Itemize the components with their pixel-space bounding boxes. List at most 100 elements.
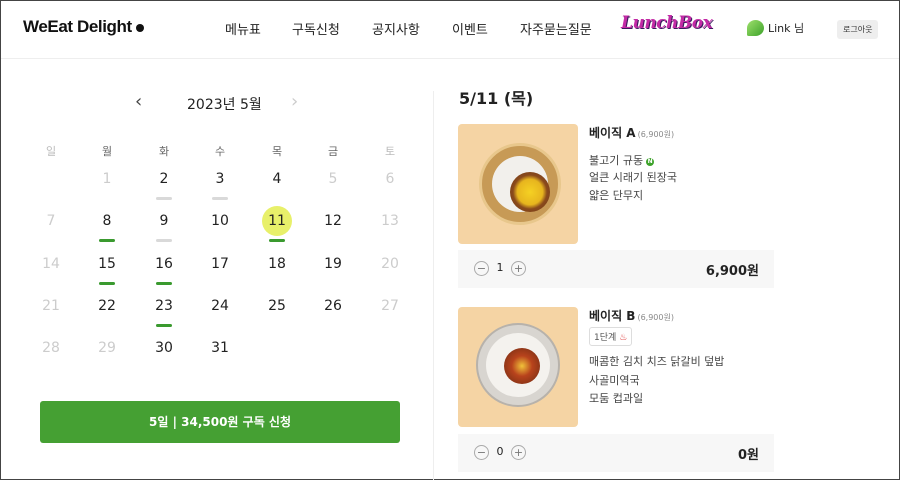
calendar-day[interactable]: 31 <box>205 333 235 363</box>
leaf-icon <box>747 20 764 36</box>
chevron-right-icon[interactable]: › <box>291 93 298 111</box>
minus-icon[interactable]: − <box>474 445 489 460</box>
divider <box>433 91 434 480</box>
spice-level-label: 1단계 <box>594 333 617 343</box>
calendar-day[interactable]: 9 <box>149 206 179 242</box>
rice <box>492 156 550 212</box>
lunchbox-link[interactable]: LunchBox <box>621 13 713 33</box>
calendar-day: 7 <box>46 213 56 229</box>
calendar-day[interactable]: 24 <box>205 291 235 321</box>
menu-price: (6,900원) <box>637 130 675 139</box>
menu-price: (6,900원) <box>637 313 674 322</box>
dish-item: 매콤한 김치 치즈 닭갈비 덮밥 <box>589 355 725 368</box>
menu-name: 베이직 A (6,900원) <box>589 124 674 141</box>
bowl-image <box>479 143 561 225</box>
subscribed-indicator <box>269 239 285 242</box>
weekday-label: 월 <box>101 145 113 158</box>
calendar-title: 2023년 5월 <box>187 97 262 113</box>
nav-event[interactable]: 이벤트 <box>452 19 488 38</box>
calendar-day: 21 <box>42 298 60 314</box>
calendar-day[interactable]: 19 <box>318 249 348 279</box>
weekday-label: 일 <box>45 145 57 158</box>
user-name: Link 님 <box>768 22 805 35</box>
header: WeEat Delight 메뉴표 구독신청 공지사항 이벤트 자주묻는질문 L… <box>1 1 899 59</box>
nav-notice[interactable]: 공지사항 <box>372 19 420 38</box>
calendar-day[interactable]: 3 <box>205 164 235 200</box>
calendar-day[interactable]: 11 <box>262 206 292 242</box>
menu-card: 베이직 A (6,900원) 불고기 규동 N 얼큰 시래기 된장국 얇은 단무지 … <box>458 124 774 289</box>
dish-item: 사골미역국 <box>589 374 640 387</box>
calendar-day[interactable]: 23 <box>149 291 179 327</box>
nav-subscribe[interactable]: 구독신청 <box>292 19 340 38</box>
calendar-day[interactable]: 22 <box>92 291 122 321</box>
calendar-day[interactable]: 25 <box>262 291 292 321</box>
brand-logo[interactable]: WeEat Delight <box>23 17 144 37</box>
calendar-day[interactable]: 4 <box>262 164 292 194</box>
calendar-day[interactable]: 12 <box>318 206 348 236</box>
dish-label: 불고기 규동 <box>589 154 644 167</box>
calendar-day: 6 <box>385 171 395 187</box>
spice-level-badge: 1단계 ♨ <box>589 327 633 346</box>
calendar-day: 20 <box>381 256 399 272</box>
weekday-label: 목 <box>271 145 283 158</box>
quantity-value: 0 <box>496 445 504 458</box>
nav-faq[interactable]: 자주묻는질문 <box>520 19 592 38</box>
calendar-day: 14 <box>42 256 60 272</box>
calendar-day: 13 <box>381 213 399 229</box>
calendar-day[interactable]: 18 <box>262 249 292 279</box>
calendar-day[interactable]: 10 <box>205 206 235 236</box>
plus-icon[interactable]: + <box>511 445 526 460</box>
weekday-label: 금 <box>327 145 339 158</box>
dish-item: 모둠 컵과일 <box>589 392 644 405</box>
chevron-left-icon[interactable]: ‹ <box>135 93 142 111</box>
weekday-label: 수 <box>214 145 226 158</box>
calendar-day[interactable]: 16 <box>149 249 179 285</box>
subscribed-indicator <box>99 239 115 242</box>
menu-name: 베이직 B (6,900원) <box>589 307 674 324</box>
menu-card: 베이직 B (6,900원) 1단계 ♨ 매콤한 김치 치즈 닭갈비 덮밥 사골미… <box>458 307 774 472</box>
new-badge-icon: N <box>646 158 655 166</box>
calendar-day[interactable]: 26 <box>318 291 348 321</box>
dish-item: 불고기 규동 N <box>589 152 655 168</box>
selected-date-title: 5/11 (목) <box>459 89 534 108</box>
subscribed-indicator <box>99 282 115 285</box>
dish-item: 얇은 단무지 <box>589 189 644 202</box>
user-account[interactable]: Link 님 <box>747 20 804 36</box>
calendar-day: 1 <box>102 171 112 187</box>
calendar-day[interactable]: 17 <box>205 249 235 279</box>
available-indicator <box>156 239 172 242</box>
calendar-day[interactable]: 15 <box>92 249 122 285</box>
quantity-value: 1 <box>496 261 504 274</box>
available-indicator <box>212 197 228 200</box>
calendar-day[interactable]: 2 <box>149 164 179 200</box>
plate-image <box>476 323 560 407</box>
quantity-row: − 1 + 6,900원 <box>458 250 774 288</box>
topping <box>504 348 540 384</box>
menu-title: 베이직 A <box>589 126 636 140</box>
subscribed-indicator <box>156 282 172 285</box>
menu-image <box>458 124 578 244</box>
calendar-day: 28 <box>42 340 60 356</box>
menu-image <box>458 307 578 427</box>
nav-menu[interactable]: 메뉴표 <box>225 19 261 38</box>
weekday-label: 토 <box>384 145 396 158</box>
subscribed-indicator <box>156 324 172 327</box>
available-indicator <box>156 197 172 200</box>
calendar-day: 5 <box>328 171 338 187</box>
minus-icon[interactable]: − <box>474 261 489 276</box>
topping <box>510 172 550 212</box>
weekday-label: 화 <box>158 145 170 158</box>
subscribe-button[interactable]: 5일 | 34,500원 구독 신청 <box>40 401 400 443</box>
brand-logo-text: WeEat Delight <box>23 17 132 36</box>
rice <box>486 333 550 397</box>
quantity-row: − 0 + 0원 <box>458 434 774 472</box>
logout-button[interactable]: 로그아웃 <box>837 20 879 39</box>
calendar-day[interactable]: 8 <box>92 206 122 242</box>
chili-icon: ♨ <box>619 333 628 343</box>
menu-title: 베이직 B <box>589 309 636 323</box>
dish-item: 얼큰 시래기 된장국 <box>589 171 677 184</box>
item-total: 0원 <box>737 448 759 463</box>
calendar-day: 29 <box>98 340 116 356</box>
plus-icon[interactable]: + <box>511 261 526 276</box>
calendar-day[interactable]: 30 <box>149 333 179 363</box>
